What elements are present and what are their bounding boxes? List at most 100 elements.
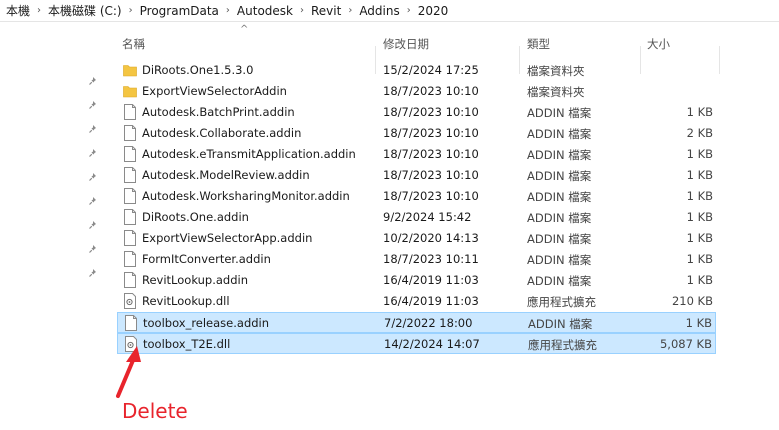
breadcrumb-item[interactable]: 本機: [2, 2, 34, 19]
file-name: Autodesk.ModelReview.addin: [142, 168, 310, 182]
pin-icon[interactable]: [88, 172, 98, 182]
column-header-name[interactable]: 名稱: [122, 36, 145, 52]
file-type: ADDIN 檔案: [527, 169, 592, 183]
file-icon: [124, 167, 136, 183]
chevron-right-icon[interactable]: ›: [297, 5, 307, 16]
column-header: ^ 名稱 修改日期 類型 大小: [0, 22, 779, 74]
file-icon: [124, 146, 136, 162]
file-row[interactable]: toolbox_release.addin 7/2/2022 18:00 ADDIN…: [117, 312, 716, 333]
file-icon: [124, 104, 136, 120]
file-modified-date: 18/7/2023 10:10: [383, 126, 479, 140]
file-modified-date: 18/7/2023 10:11: [383, 252, 479, 266]
file-size: 1 KB: [686, 168, 713, 182]
file-name: ExportViewSelectorApp.addin: [142, 231, 313, 245]
breadcrumb-item[interactable]: Revit: [307, 4, 345, 18]
file-size: 1 KB: [685, 316, 712, 330]
file-modified-date: 14/2/2024 14:07: [384, 337, 480, 351]
file-name: Autodesk.BatchPrint.addin: [142, 105, 295, 119]
file-modified-date: 9/2/2024 15:42: [383, 210, 472, 224]
file-type: ADDIN 檔案: [527, 211, 592, 225]
file-icon: [124, 125, 136, 141]
file-name: Autodesk.WorksharingMonitor.addin: [142, 189, 350, 203]
sort-ascending-icon: ^: [240, 24, 249, 35]
file-row[interactable]: RevitLookup.addin 16/4/2019 11:03 ADDIN 檔案…: [117, 270, 716, 291]
pin-icon[interactable]: [88, 196, 98, 206]
file-type: ADDIN 檔案: [527, 232, 592, 246]
chevron-right-icon[interactable]: ›: [126, 5, 136, 16]
file-name: Autodesk.eTransmitApplication.addin: [142, 147, 356, 161]
file-modified-date: 18/7/2023 10:10: [383, 147, 479, 161]
file-size: 210 KB: [671, 294, 713, 308]
file-type: 檔案資料夾: [527, 64, 585, 78]
pin-icon[interactable]: [88, 124, 98, 134]
file-icon: [124, 272, 136, 288]
breadcrumb-item[interactable]: Addins: [355, 4, 403, 18]
pin-icon[interactable]: [88, 244, 98, 254]
delete-annotation-label: Delete: [122, 399, 188, 423]
column-divider[interactable]: [719, 46, 720, 74]
file-type: 應用程式擴充: [527, 295, 596, 309]
file-name: DiRoots.One.addin: [142, 210, 249, 224]
file-type: 檔案資料夾: [527, 85, 585, 99]
file-type: ADDIN 檔案: [527, 106, 592, 120]
file-modified-date: 16/4/2019 11:03: [383, 294, 479, 308]
chevron-right-icon[interactable]: ›: [345, 5, 355, 16]
file-size: 1 KB: [686, 273, 713, 287]
red-arrow-icon: [116, 346, 141, 398]
file-size: 1 KB: [686, 231, 713, 245]
chevron-right-icon[interactable]: ›: [223, 5, 233, 16]
chevron-right-icon[interactable]: ›: [404, 5, 414, 16]
file-type: ADDIN 檔案: [527, 274, 592, 288]
file-row[interactable]: DiRoots.One.addin 9/2/2024 15:42 ADDIN 檔案 1…: [117, 207, 716, 228]
file-modified-date: 7/2/2022 18:00: [384, 316, 473, 330]
file-row[interactable]: RevitLookup.dll 16/4/2019 11:03 應用程式擴充 210 …: [117, 291, 716, 312]
file-row[interactable]: toolbox_T2E.dll 14/2/2024 14:07 應用程式擴充 5,08…: [117, 333, 716, 354]
pin-icon[interactable]: [88, 148, 98, 158]
file-size: 5,087 KB: [659, 337, 712, 351]
file-name: DiRoots.One1.5.3.0: [142, 63, 254, 77]
folder-row[interactable]: ExportViewSelectorAddin 18/7/2023 10:10 檔案…: [117, 81, 716, 102]
column-header-size[interactable]: 大小: [647, 36, 670, 52]
chevron-right-icon[interactable]: ›: [34, 5, 44, 16]
folder-icon: [123, 65, 137, 77]
pin-icon[interactable]: [88, 220, 98, 230]
file-size: 1 KB: [686, 189, 713, 203]
file-row[interactable]: Autodesk.ModelReview.addin 18/7/2023 10:1…: [117, 165, 716, 186]
file-name: Autodesk.Collaborate.addin: [142, 126, 302, 140]
folder-icon: [123, 86, 137, 98]
breadcrumb-item[interactable]: 本機磁碟 (C:): [44, 2, 126, 19]
file-icon: [124, 188, 136, 204]
file-name: ExportViewSelectorAddin: [142, 84, 287, 98]
file-type: ADDIN 檔案: [527, 127, 592, 141]
folder-row[interactable]: DiRoots.One1.5.3.0 15/2/2024 17:25 檔案資料夾: [117, 60, 716, 81]
file-size: 1 KB: [686, 147, 713, 161]
file-icon: [124, 209, 136, 225]
breadcrumb: 本機 › 本機磁碟 (C:) › ProgramData › Autodesk › Revit ›…: [0, 0, 779, 22]
file-type: 應用程式擴充: [528, 338, 597, 352]
file-type: ADDIN 檔案: [527, 253, 592, 267]
breadcrumb-item[interactable]: 2020: [414, 4, 453, 18]
file-row[interactable]: FormItConverter.addin 18/7/2023 10:11 ADDI…: [117, 249, 716, 270]
file-row[interactable]: Autodesk.Collaborate.addin 18/7/2023 10:1…: [117, 123, 716, 144]
file-type: ADDIN 檔案: [528, 317, 593, 331]
column-header-date[interactable]: 修改日期: [383, 36, 429, 52]
file-size: 1 KB: [686, 210, 713, 224]
pin-icon[interactable]: [88, 100, 98, 110]
file-row[interactable]: Autodesk.WorksharingMonitor.addin 18/7/20…: [117, 186, 716, 207]
file-size: 2 KB: [686, 126, 713, 140]
file-modified-date: 18/7/2023 10:10: [383, 189, 479, 203]
file-icon: [124, 251, 136, 267]
column-header-type[interactable]: 類型: [527, 36, 550, 52]
dll-icon: [124, 293, 136, 309]
file-type: ADDIN 檔案: [527, 148, 592, 162]
breadcrumb-item[interactable]: Autodesk: [233, 4, 297, 18]
pin-icon[interactable]: [88, 268, 98, 278]
breadcrumb-item[interactable]: ProgramData: [136, 4, 223, 18]
file-row[interactable]: Autodesk.eTransmitApplication.addin 18/7/…: [117, 144, 716, 165]
file-row[interactable]: Autodesk.BatchPrint.addin 18/7/2023 10:10…: [117, 102, 716, 123]
file-row[interactable]: ExportViewSelectorApp.addin 10/2/2020 14:…: [117, 228, 716, 249]
file-size: 1 KB: [686, 252, 713, 266]
pin-icon[interactable]: [88, 76, 98, 86]
file-size: 1 KB: [686, 105, 713, 119]
file-name: RevitLookup.dll: [142, 294, 230, 308]
